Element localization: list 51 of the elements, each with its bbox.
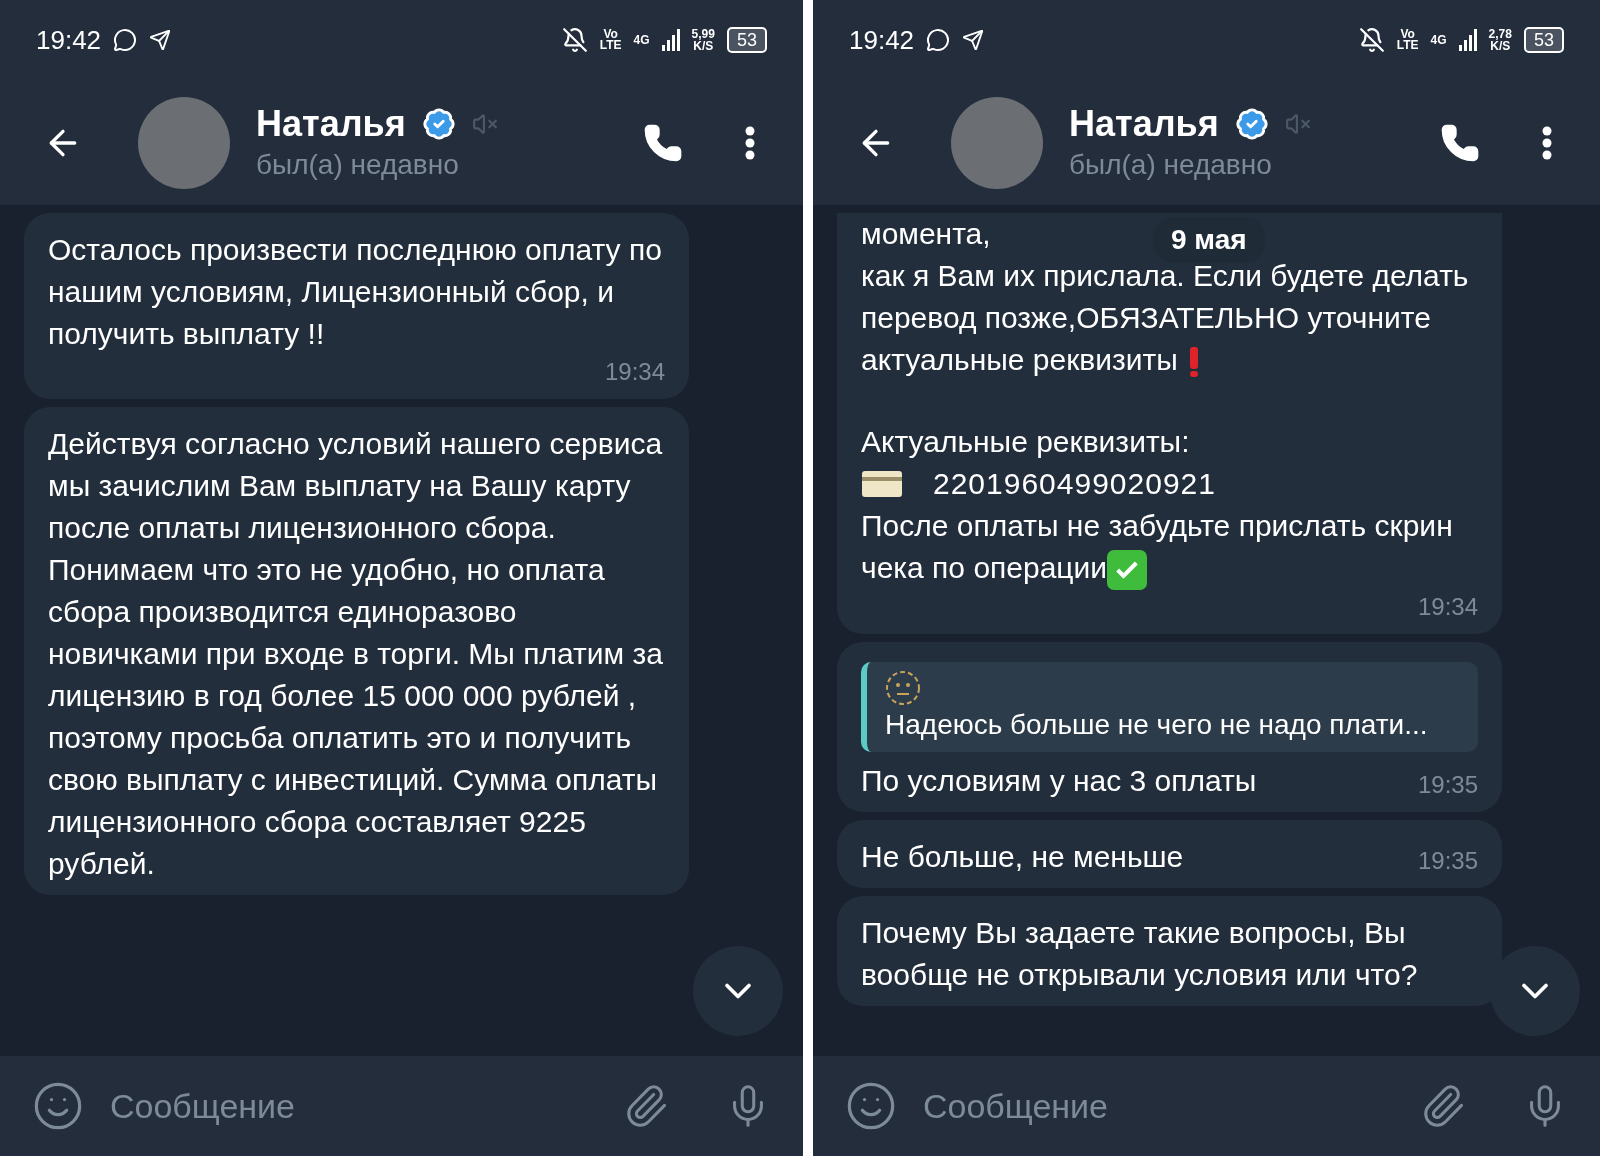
phone-icon [643, 122, 683, 163]
clock-time: 19:42 [36, 23, 102, 57]
network-label: 4G [633, 32, 650, 49]
network-label: Vo [603, 29, 618, 40]
speed-unit: K/S [1490, 40, 1511, 52]
network-label: LTE [1396, 40, 1419, 51]
message-text: После оплаты не забудьте прислать скрин чека по операции [861, 505, 1478, 591]
message-time: 19:34 [1417, 592, 1478, 623]
message-time: 19:35 [1417, 770, 1478, 801]
more-options-icon [745, 125, 755, 160]
message-text: Актуальные реквизиты: [861, 424, 1190, 460]
signal-icon [661, 29, 680, 51]
emoji-icon[interactable] [845, 1080, 897, 1132]
speed-value: 2,78 [1488, 28, 1512, 40]
signal-icon [1458, 29, 1477, 51]
message-text: момента, [861, 216, 991, 252]
bell-off-icon [561, 27, 588, 53]
network-label: 4G [1430, 32, 1447, 49]
chat-bubble-icon [113, 28, 138, 52]
speed-value: 5,99 [691, 28, 715, 40]
speed-unit: K/S [693, 40, 714, 52]
message-text: Почему Вы задаете такие вопросы, Вы вообще не открывали условия или что? [861, 915, 1419, 994]
bell-off-icon [1358, 27, 1385, 53]
contact-name: Наталья [1069, 101, 1219, 146]
message-input[interactable]: Сообщение [110, 1080, 623, 1132]
message-input[interactable]: Сообщение [923, 1080, 1420, 1132]
network-label: Vo [1400, 29, 1415, 40]
phone-icon [1440, 122, 1480, 163]
clock-time: 19:42 [849, 23, 915, 57]
message-text: Действуя согласно условий нашего сервиса мы зачислим Вам выплату на Вашу карту после оплаты лицензионного сбора. Понимаем что это не удобно, но оплата сбора производится единоразово новичками при входе в торги. Мы платим за лицензию в год более 15 000 000 рублей , поэтому просьба оплатить это и получить свою выплату с инвестиций. Сумма оплаты лицензионного сбора составляет 9225 рублей. [48, 426, 664, 882]
bank-card-icon [861, 470, 903, 498]
emoji-icon[interactable] [32, 1080, 84, 1132]
message-text: По условиям у нас 3 оплаты [861, 763, 1257, 800]
message-text: Осталось произвести последнюю оплату по нашим условиям, Лицензионный сбор, и получить выплату !! [48, 232, 663, 352]
face-emoji-icon [885, 670, 921, 707]
card-number: 2201960499020921 [933, 466, 1216, 502]
paper-plane-icon [149, 29, 172, 51]
battery-indicator: 53 [1523, 27, 1564, 53]
last-seen-status: был(а) недавно [1069, 147, 1273, 182]
message-time: 19:34 [604, 357, 665, 387]
chat-bubble-icon [926, 28, 951, 52]
reply-text: Надеюсь больше не чего не надо плати... [885, 708, 1429, 743]
date-badge: 9 мая [1153, 217, 1265, 263]
more-options-icon [1542, 125, 1552, 160]
network-label: LTE [599, 40, 622, 51]
contact-name: Наталья [256, 101, 406, 146]
message-time: 19:35 [1417, 846, 1478, 877]
paper-plane-icon [962, 29, 985, 51]
battery-indicator: 53 [726, 27, 767, 53]
message-text: Не больше, не меньше [861, 839, 1184, 876]
last-seen-status: был(а) недавно [256, 147, 460, 182]
